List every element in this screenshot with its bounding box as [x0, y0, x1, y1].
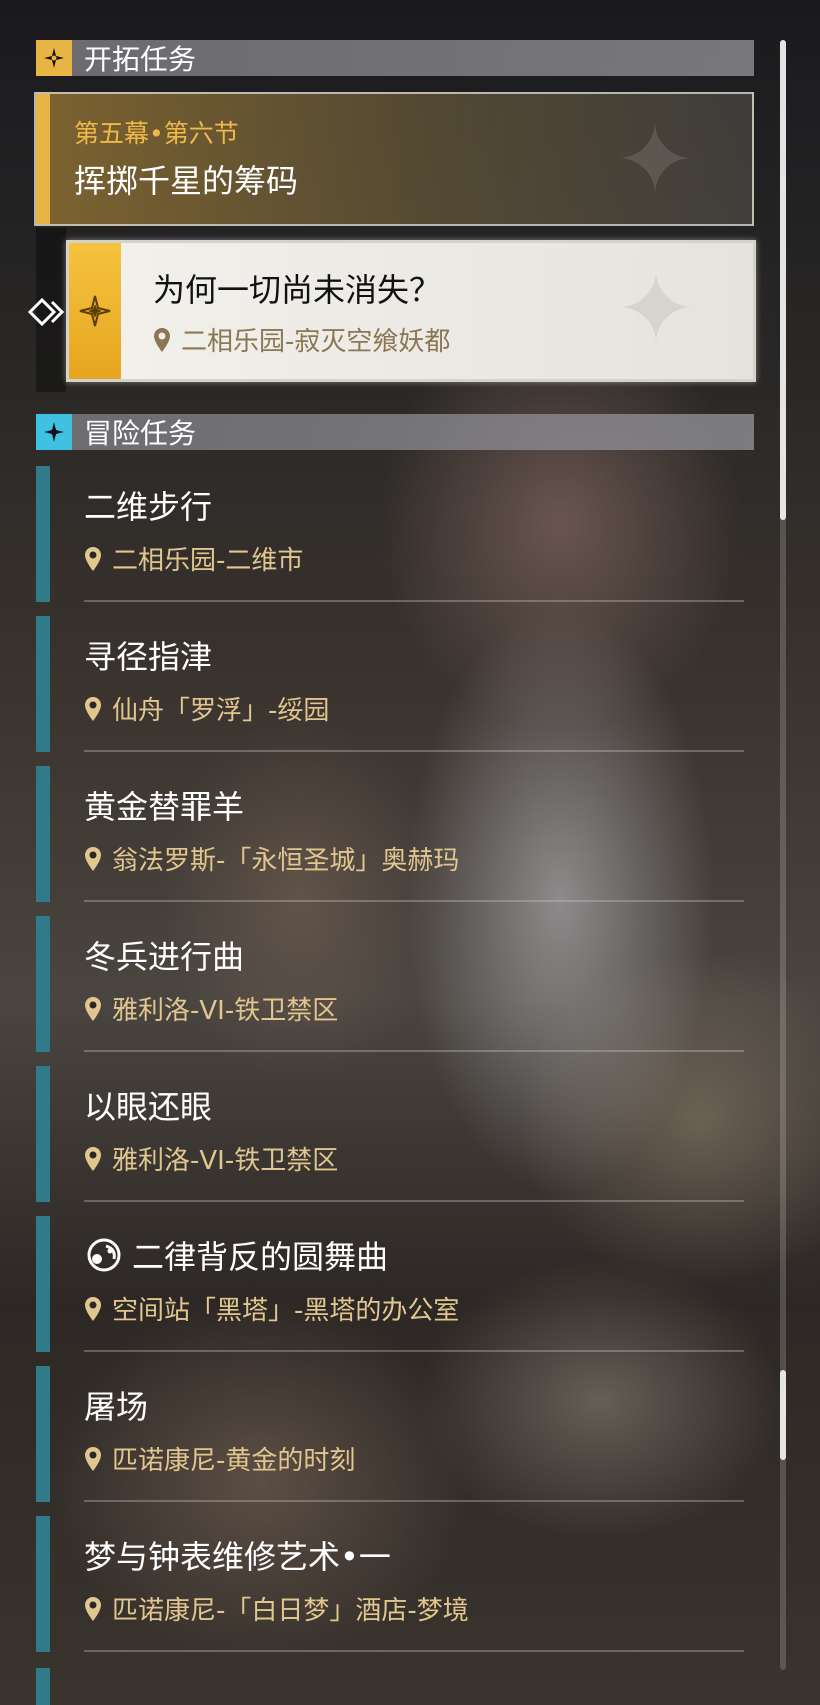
- adventure-quest-title: 二维步行: [84, 488, 213, 526]
- scrollbar-thumb-secondary: [780, 1370, 786, 1460]
- adventure-quest-item[interactable]: 二维步行 二相乐园-二维市: [36, 466, 746, 602]
- item-divider: [84, 750, 744, 752]
- adventure-quest-location: 翁法罗斯-「永恒圣城」奥赫玛: [84, 840, 459, 877]
- trailblaze-icon: [36, 40, 72, 76]
- trailblaze-section-header: 开拓任务: [36, 40, 754, 76]
- adventure-quest-location: 仙舟「罗浮」-绥园: [84, 690, 329, 727]
- adventure-quest-item[interactable]: 寻径指津 仙舟「罗浮」-绥园: [36, 616, 746, 752]
- adventure-quest-bar: [36, 766, 50, 902]
- adventure-section-header: 冒险任务: [36, 414, 754, 450]
- item-divider: [84, 1200, 744, 1202]
- adventure-quest-bar: [36, 1516, 50, 1652]
- adventure-quest-location-text: 雅利洛-VI-铁卫禁区: [112, 996, 339, 1026]
- location-pin-icon: [84, 1146, 102, 1172]
- adventure-quest-location: 雅利洛-VI-铁卫禁区: [84, 990, 338, 1027]
- adventure-quest-location-text: 雅利洛-VI-铁卫禁区: [112, 1146, 339, 1176]
- adventure-quest-title: 梦与钟表维修艺术•一: [84, 1538, 391, 1576]
- active-quest-location: 二相乐园-寂灭空飨妖都: [153, 321, 450, 358]
- location-pin-icon: [84, 1446, 102, 1472]
- item-divider: [84, 1500, 744, 1502]
- adventure-quest-bar: [36, 466, 50, 602]
- item-divider: [84, 1050, 744, 1052]
- trailblaze-emblem-icon: ✦: [614, 104, 696, 216]
- adventure-section-title: 冒险任务: [84, 417, 197, 450]
- trailblaze-quest-title: 挥掷千星的筹码: [74, 162, 299, 200]
- adventure-quest-bar: [36, 916, 50, 1052]
- trailblaze-quest-accent-bar: [36, 94, 50, 224]
- adventure-quest-title: 二律背反的圆舞曲: [84, 1232, 388, 1278]
- active-quest-title: 为何一切尚未消失？: [153, 271, 442, 309]
- adventure-quest-title-text: 二律背反的圆舞曲: [132, 1238, 389, 1276]
- adventure-quest-location: 空间站「黑塔」-黑塔的办公室: [84, 1290, 459, 1327]
- trailblaze-section-title: 开拓任务: [84, 43, 197, 76]
- adventure-quest-title: 寻径指津: [84, 638, 213, 676]
- adventure-quest-title: 冬兵进行曲: [84, 938, 245, 976]
- active-quest-location-text: 二相乐园-寂灭空飨妖都: [181, 327, 451, 357]
- location-pin-icon: [84, 1596, 102, 1622]
- location-pin-icon: [84, 846, 102, 872]
- adventure-quest-item[interactable]: 冬兵进行曲 雅利洛-VI-铁卫禁区: [36, 916, 746, 1052]
- special-event-icon: [84, 1237, 124, 1273]
- adventure-quest-location-text: 空间站「黑塔」-黑塔的办公室: [112, 1296, 460, 1326]
- location-pin-icon: [84, 1296, 102, 1322]
- location-pin-icon: [84, 546, 102, 572]
- adventure-quest-title: 以眼还眼: [84, 1088, 213, 1126]
- adventure-quest-location-text: 仙舟「罗浮」-绥园: [112, 696, 330, 726]
- location-pin-icon: [153, 327, 171, 353]
- adventure-quest-bar: [36, 1216, 50, 1352]
- adventure-quest-location: 雅利洛-VI-铁卫禁区: [84, 1140, 338, 1177]
- adventure-quest-location: 匹诺康尼-黄金的时刻: [84, 1440, 355, 1477]
- adventure-quest-location: 匹诺康尼-「白日梦」酒店-梦境: [84, 1590, 469, 1627]
- next-item-bar-partial: [36, 1668, 50, 1705]
- item-divider: [84, 900, 744, 902]
- adventure-quest-title: 黄金替罪羊: [84, 788, 245, 826]
- scrollbar-thumb[interactable]: [780, 40, 786, 520]
- trailblaze-quest-chapter: 第五幕•第六节: [74, 119, 239, 148]
- item-divider: [84, 1350, 744, 1352]
- adventure-quest-item[interactable]: 屠场 匹诺康尼-黄金的时刻: [36, 1366, 746, 1502]
- location-pin-icon: [84, 996, 102, 1022]
- active-quest-emblem-icon: ✦: [615, 253, 697, 365]
- adventure-quest-location: 二相乐园-二维市: [84, 540, 303, 577]
- active-quest-marker-icon: [69, 243, 121, 379]
- adventure-quest-item[interactable]: 以眼还眼 雅利洛-VI-铁卫禁区: [36, 1066, 746, 1202]
- adventure-quest-title: 屠场: [84, 1388, 149, 1426]
- selected-indicator-icon: [26, 294, 66, 339]
- item-divider: [84, 600, 744, 602]
- adventure-quest-bar: [36, 1066, 50, 1202]
- adventure-icon: [36, 414, 72, 450]
- trailblaze-quest-card[interactable]: 第五幕•第六节 挥掷千星的筹码 ✦: [34, 92, 754, 226]
- adventure-quest-location-text: 匹诺康尼-黄金的时刻: [112, 1446, 356, 1476]
- adventure-quest-location-text: 二相乐园-二维市: [112, 546, 304, 576]
- item-divider: [84, 1650, 744, 1652]
- adventure-quest-location-text: 匹诺康尼-「白日梦」酒店-梦境: [112, 1596, 469, 1626]
- adventure-quest-bar: [36, 1366, 50, 1502]
- adventure-quest-item[interactable]: 二律背反的圆舞曲 空间站「黑塔」-黑塔的办公室: [36, 1216, 746, 1352]
- adventure-quest-item[interactable]: 黄金替罪羊 翁法罗斯-「永恒圣城」奥赫玛: [36, 766, 746, 902]
- adventure-quest-location-text: 翁法罗斯-「永恒圣城」奥赫玛: [112, 846, 460, 876]
- location-pin-icon: [84, 696, 102, 722]
- adventure-quest-bar: [36, 616, 50, 752]
- adventure-quest-item[interactable]: 梦与钟表维修艺术•一 匹诺康尼-「白日梦」酒店-梦境: [36, 1516, 746, 1652]
- active-quest-card[interactable]: 为何一切尚未消失？ 二相乐园-寂灭空飨妖都 ✦: [66, 240, 756, 382]
